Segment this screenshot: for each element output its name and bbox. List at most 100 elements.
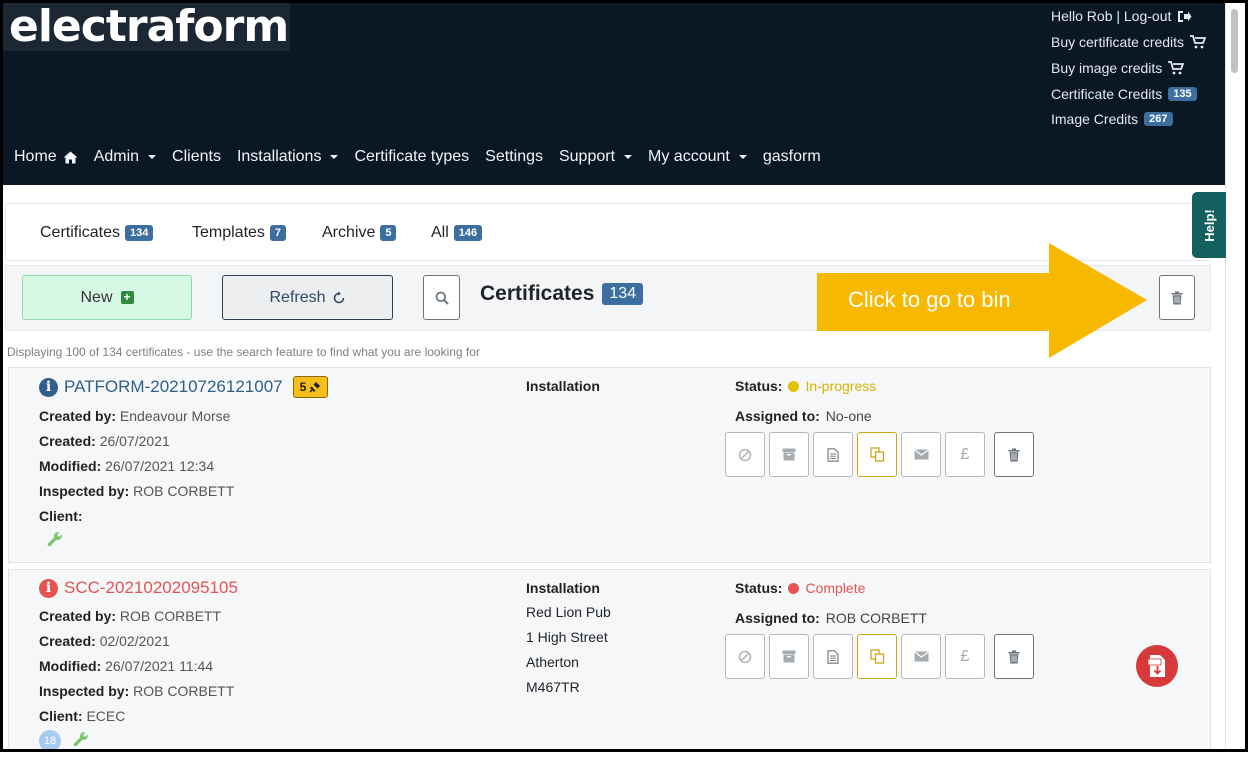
page-title-text: Certificates (480, 282, 595, 305)
copy-button[interactable] (857, 432, 897, 477)
status-value: In-progress (805, 378, 877, 394)
new-button[interactable]: New + (22, 275, 192, 320)
nav-certificate-types-label: Certificate types (354, 148, 470, 165)
trash-icon (1171, 291, 1183, 304)
file-text-icon (827, 649, 839, 664)
nav-clients[interactable]: Clients (172, 148, 221, 166)
nav-support-label: Support (558, 148, 616, 165)
installation-line: M467TR (526, 679, 580, 695)
certificate-id-link[interactable]: PATFORM-20210726121007 (64, 377, 283, 397)
bin-button[interactable] (1159, 275, 1195, 320)
status-label: Status: (735, 580, 783, 596)
created-field: Created: 26/07/2021 (39, 433, 170, 449)
page-title-count: 134 (602, 283, 644, 305)
archive-button[interactable] (769, 634, 809, 679)
status-value: Complete (805, 580, 866, 596)
copy-icon (869, 447, 884, 462)
refresh-button-label: Refresh (269, 288, 326, 306)
modified-field: Modified: 26/07/2021 11:44 (39, 658, 213, 674)
page-title: Certificates 134 (480, 282, 644, 306)
void-button[interactable] (725, 432, 765, 477)
status-dot-icon (788, 380, 800, 392)
trash-icon (1008, 650, 1020, 663)
archive-icon (782, 650, 796, 663)
created-label: Created: (39, 633, 96, 649)
modified-value: 26/07/2021 12:34 (105, 458, 215, 474)
void-button[interactable] (725, 634, 765, 679)
main-nav: Home Admin Clients Installations Certifi… (14, 148, 821, 166)
created-by-label: Created by: (39, 408, 117, 424)
nav-support[interactable]: Support (558, 148, 633, 166)
new-button-label: New (80, 288, 113, 306)
nav-certificate-types[interactable]: Certificate types (354, 148, 469, 166)
caret-down-icon (738, 155, 747, 159)
caret-down-icon (148, 155, 157, 159)
certificate-credits-label: Certificate Credits (1051, 86, 1163, 102)
buy-image-credits-link[interactable]: Buy image credits (1051, 60, 1185, 76)
created-label: Created: (39, 433, 96, 449)
certificate-actions: £ (725, 432, 1034, 477)
scrollbar-thumb[interactable] (1231, 9, 1238, 73)
view-document-button[interactable] (813, 634, 853, 679)
installation-label: Installation (526, 580, 600, 596)
assigned-to-field: Assigned to: ROB CORBETT (735, 610, 927, 626)
help-tab[interactable]: Help! (1192, 192, 1226, 258)
archive-button[interactable] (769, 432, 809, 477)
logout-link[interactable]: Hello Rob | Log-out (1051, 8, 1192, 24)
nav-settings-label: Settings (485, 148, 543, 165)
refresh-button[interactable]: Refresh (222, 275, 393, 320)
copy-button[interactable] (857, 634, 897, 679)
refresh-icon (333, 291, 344, 303)
wrench-icon[interactable] (73, 731, 89, 747)
inspected-by-value: ROB CORBETT (133, 683, 235, 699)
created-value: 26/07/2021 (99, 433, 170, 449)
nav-my-account-label: My account (648, 148, 730, 165)
created-by-value: ROB CORBETT (119, 608, 222, 624)
installation-line: 1 High Street (526, 629, 608, 645)
tab-archive-label: Archive (322, 224, 376, 241)
email-button[interactable] (901, 634, 941, 679)
electraform-logo[interactable]: electraform (3, 3, 290, 51)
pdf-download-button[interactable] (1136, 645, 1178, 687)
client-count-badge[interactable]: 18 (39, 730, 61, 749)
file-text-icon (827, 447, 839, 462)
home-icon (63, 151, 78, 163)
tab-templates[interactable]: Templates 7 (192, 224, 287, 242)
info-icon[interactable]: i (39, 578, 58, 598)
tab-certificates-count: 134 (125, 225, 154, 241)
installation-line: Red Lion Pub (526, 604, 611, 620)
app-header: electraform Hello Rob | Log-out Buy cert… (3, 3, 1225, 185)
nav-gasform[interactable]: gasform (763, 148, 821, 166)
wrench-icon[interactable] (47, 531, 63, 547)
installation-heading: Installation (526, 378, 600, 394)
view-document-button[interactable] (813, 432, 853, 477)
tab-archive[interactable]: Archive 5 (322, 224, 397, 242)
certificate-id-link[interactable]: SCC-20210202095105 (64, 578, 238, 598)
delete-button[interactable] (994, 432, 1034, 477)
email-button[interactable] (901, 432, 941, 477)
nav-my-account[interactable]: My account (648, 148, 747, 166)
invoice-button[interactable]: £ (945, 634, 985, 679)
assigned-to-label: Assigned to: (735, 408, 820, 424)
delete-button[interactable] (994, 634, 1034, 679)
buy-image-credits-label: Buy image credits (1051, 60, 1163, 76)
search-button[interactable] (423, 275, 460, 320)
tab-certificates[interactable]: Certificates 134 (40, 224, 154, 242)
created-by-value: Endeavour Morse (119, 408, 231, 424)
nav-home[interactable]: Home (14, 148, 78, 166)
help-tab-label: Help! (1201, 208, 1217, 242)
nav-installations[interactable]: Installations (237, 148, 339, 166)
tab-all[interactable]: All 146 (431, 224, 483, 242)
client-field: Client: (39, 508, 83, 524)
page-scrollbar[interactable] (1225, 3, 1245, 749)
invoice-button[interactable]: £ (945, 432, 985, 477)
tab-all-label: All (431, 224, 449, 241)
inspected-by-field: Inspected by: ROB CORBETT (39, 683, 234, 699)
buy-certificate-credits-link[interactable]: Buy certificate credits (1051, 34, 1207, 50)
nav-settings[interactable]: Settings (485, 148, 543, 166)
items-count-chip: 5 (292, 376, 329, 398)
inspected-by-label: Inspected by: (39, 483, 130, 499)
nav-admin[interactable]: Admin (94, 148, 157, 166)
created-by-label: Created by: (39, 608, 117, 624)
info-icon[interactable]: i (39, 377, 58, 397)
